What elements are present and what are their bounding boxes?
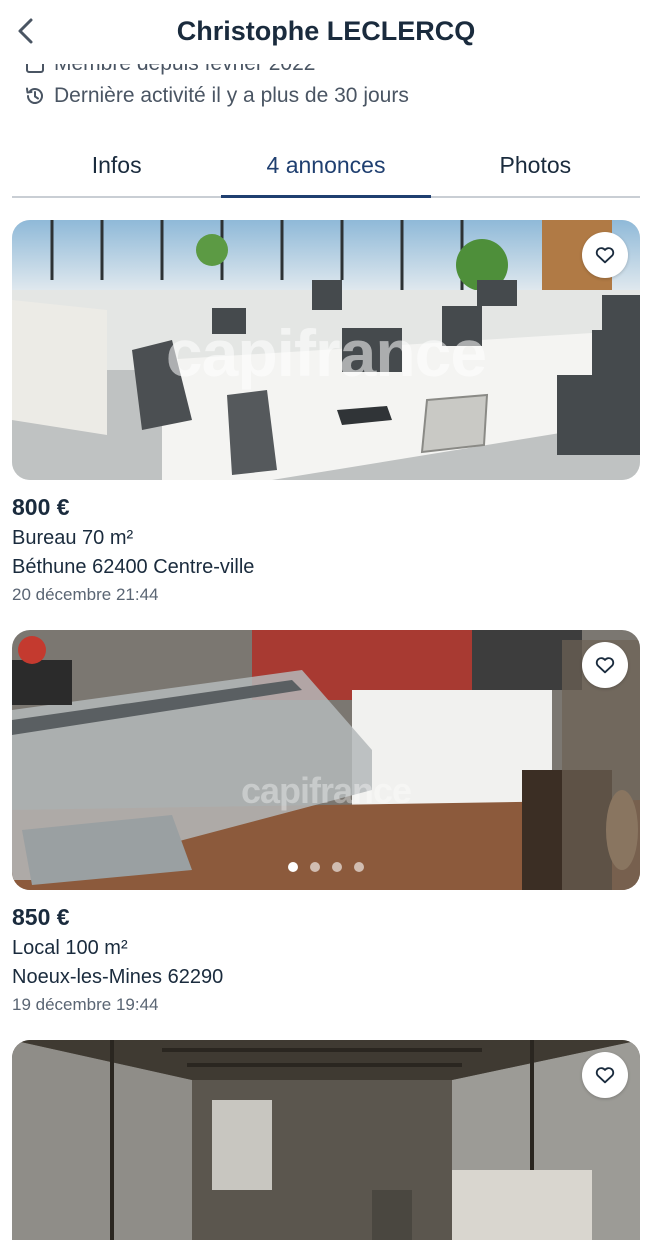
last-activity-row: Dernière activité il y a plus de 30 jour… — [24, 84, 409, 108]
listing-location: Béthune 62400 Centre-ville — [12, 556, 255, 578]
top-bar: Christophe LECLERCQ — [0, 0, 652, 64]
listing-card[interactable]: capifrance 850 € Local 100 m² Noeux-les-… — [12, 630, 640, 1015]
favorite-button[interactable] — [582, 1052, 628, 1098]
favorite-button[interactable] — [582, 642, 628, 688]
photo-carousel-indicator — [12, 862, 640, 872]
listing-photo[interactable] — [12, 1040, 640, 1240]
listing-price: 800 € — [12, 494, 70, 520]
listing-date: 20 décembre 21:44 — [12, 585, 159, 604]
watermark-logo: capifrance — [240, 770, 412, 811]
listing-date: 19 décembre 19:44 — [12, 995, 159, 1014]
listing-photo[interactable]: capifrance — [12, 630, 640, 890]
watermark-logo: capifrance — [165, 316, 487, 390]
listing-card[interactable]: capifrance 800 € Bureau 70 m² Béthune 62… — [12, 220, 640, 605]
favorite-button[interactable] — [582, 232, 628, 278]
listing-price: 850 € — [12, 904, 70, 930]
last-activity-text: Dernière activité il y a plus de 30 jour… — [54, 84, 409, 107]
carousel-dot — [354, 862, 364, 872]
page-title: Christophe LECLERCQ — [176, 16, 476, 46]
heart-icon — [595, 1067, 615, 1084]
history-clock-icon — [26, 87, 43, 104]
carousel-dot — [310, 862, 320, 872]
listing-card[interactable] — [12, 1040, 640, 1240]
tab-annonces[interactable]: 4 annonces — [221, 144, 431, 198]
profile-tabs: Infos 4 annonces Photos — [12, 144, 640, 198]
carousel-dot — [288, 862, 298, 872]
warehouse-photo — [12, 1040, 640, 1240]
heart-icon — [595, 247, 615, 264]
listing-type: Local 100 m² — [12, 937, 128, 959]
shop-photo — [12, 630, 640, 890]
carousel-dot — [332, 862, 342, 872]
tab-infos[interactable]: Infos — [12, 144, 221, 196]
heart-icon — [595, 657, 615, 674]
listing-location: Noeux-les-Mines 62290 — [12, 966, 224, 988]
listing-photo[interactable]: capifrance — [12, 220, 640, 480]
listing-type: Bureau 70 m² — [12, 527, 134, 549]
tab-photos[interactable]: Photos — [431, 144, 640, 196]
